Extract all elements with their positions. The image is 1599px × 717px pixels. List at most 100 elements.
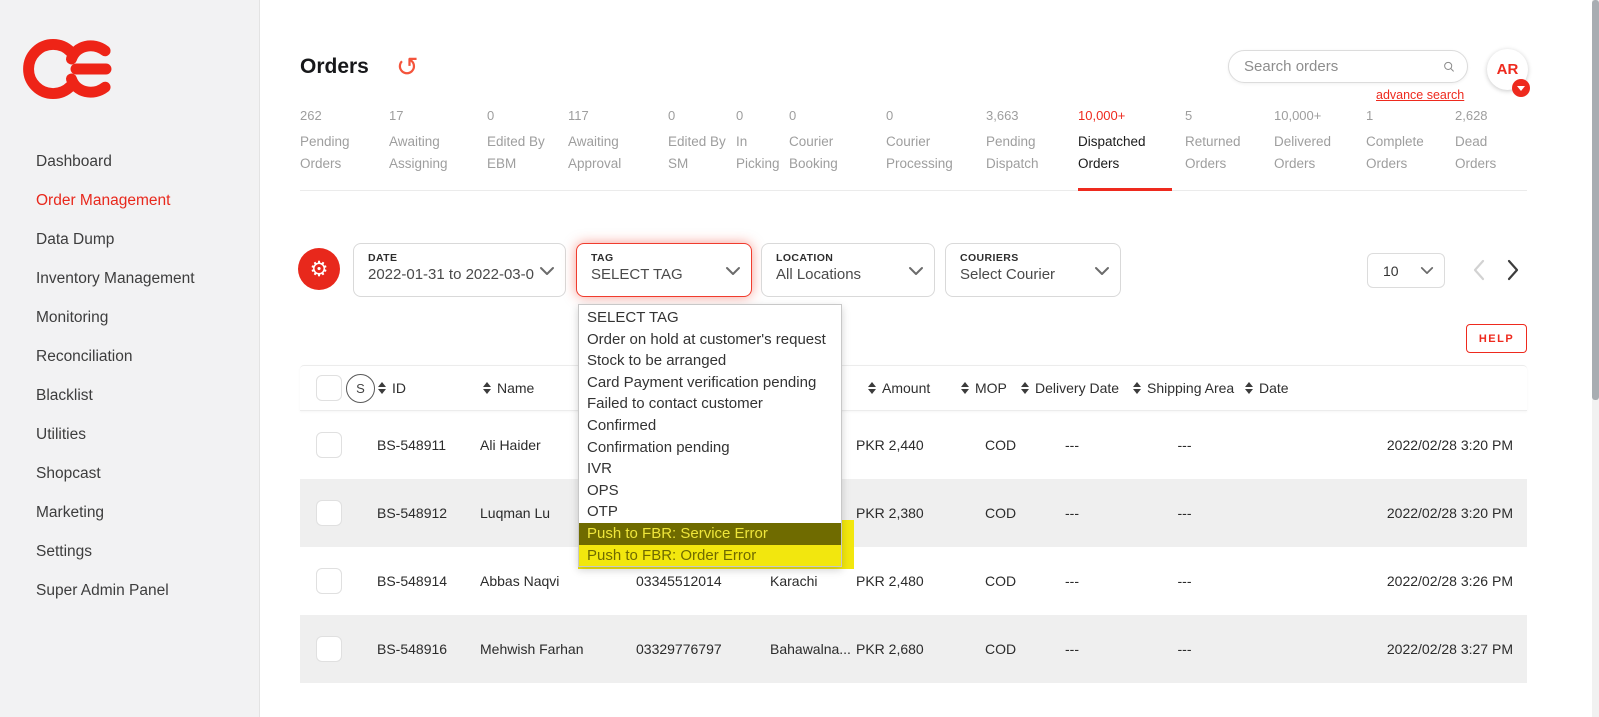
tag-option-order-on-hold[interactable]: Order on hold at customer's request (579, 329, 841, 351)
sidebar-item-super-admin-panel[interactable]: Super Admin Panel (36, 571, 195, 610)
cell-phone: 03345512014 (620, 573, 745, 589)
table-row[interactable]: BS-548912 Luqman Lu PKR 2,380 COD --- --… (300, 479, 1527, 547)
stat-tab-in-picking[interactable]: 0In Picking (736, 108, 789, 174)
status-column-icon: S (346, 374, 375, 403)
column-header-id[interactable]: ID (376, 380, 480, 396)
stat-tab-dispatched-orders[interactable]: 10,000+Dispatched Orders (1078, 108, 1185, 174)
stat-tab-awaiting-assigning[interactable]: 17Awaiting Assigning (389, 108, 487, 174)
sort-icon (378, 382, 386, 395)
stat-tab-courier-booking[interactable]: 0Courier Booking (789, 108, 886, 174)
stat-tab-complete-orders[interactable]: 1Complete Orders (1366, 108, 1455, 174)
sidebar-item-utilities[interactable]: Utilities (36, 415, 195, 454)
page-size-select[interactable]: 10 (1367, 253, 1445, 288)
tag-option-card-payment-verification-pending[interactable]: Card Payment verification pending (579, 372, 841, 394)
tag-option-otp[interactable]: OTP (579, 501, 841, 523)
cell-amount: PKR 2,380 (850, 505, 955, 521)
stat-tab-awaiting-approval[interactable]: 117Awaiting Approval (568, 108, 668, 174)
cell-id: BS-548916 (376, 641, 480, 657)
couriers-filter[interactable]: COURIERS Select Courier (945, 243, 1121, 297)
stat-tab-pending-dispatch[interactable]: 3,663Pending Dispatch (986, 108, 1078, 174)
prev-page-button[interactable] (1472, 258, 1486, 282)
cell-date: 2022/02/28 3:26 PM (1242, 573, 1527, 589)
sidebar-item-shopcast[interactable]: Shopcast (36, 454, 195, 493)
next-page-button[interactable] (1506, 258, 1520, 282)
table-row[interactable]: BS-548916 Mehwish Farhan 03329776797 Bah… (300, 615, 1527, 683)
cell-id: BS-548911 (376, 437, 480, 453)
sort-icon (483, 382, 491, 395)
stat-tab-pending-orders[interactable]: 262Pending Orders (300, 108, 389, 174)
search-input[interactable] (1229, 58, 1443, 75)
sidebar: Dashboard Order Management Data Dump Inv… (0, 0, 260, 717)
tag-option-select-tag[interactable]: SELECT TAG (579, 307, 841, 329)
column-header-shipping-area[interactable]: Shipping Area (1127, 380, 1242, 396)
search-icon[interactable] (1443, 56, 1455, 78)
cell-id: BS-548914 (376, 573, 480, 589)
column-header-delivery-date[interactable]: Delivery Date (1017, 380, 1127, 396)
help-button[interactable]: HELP (1466, 324, 1527, 353)
tag-option-push-to-fbr-order-error[interactable]: Push to FBR: Order Error (579, 545, 841, 567)
advance-search-link[interactable]: advance search (1376, 88, 1464, 102)
sort-icon (1133, 382, 1141, 395)
sidebar-item-inventory-management[interactable]: Inventory Management (36, 259, 195, 298)
cell-amount: PKR 2,440 (850, 437, 955, 453)
stat-tab-edited-by-sm[interactable]: 0Edited By SM (668, 108, 736, 174)
gear-icon: ⚙ (310, 257, 329, 281)
tag-option-stock-to-be-arranged[interactable]: Stock to be arranged (579, 350, 841, 372)
stat-tab-courier-processing[interactable]: 0Courier Processing (886, 108, 986, 174)
cell-id: BS-548912 (376, 505, 480, 521)
chevron-down-icon (725, 266, 741, 276)
tag-option-confirmation-pending[interactable]: Confirmation pending (579, 437, 841, 459)
column-header-mop[interactable]: MOP (955, 380, 1017, 396)
sidebar-item-data-dump[interactable]: Data Dump (36, 220, 195, 259)
tag-option-failed-to-contact-customer[interactable]: Failed to contact customer (579, 393, 841, 415)
brand-logo-icon (16, 36, 116, 102)
tag-option-ops[interactable]: OPS (579, 480, 841, 502)
cell-shipping-area: --- (1127, 573, 1242, 589)
row-checkbox[interactable] (316, 432, 342, 458)
cell-delivery-date: --- (1017, 505, 1127, 521)
location-filter[interactable]: LOCATION All Locations (761, 243, 935, 297)
sidebar-item-dashboard[interactable]: Dashboard (36, 142, 195, 181)
stat-tab-returned-orders[interactable]: 5Returned Orders (1185, 108, 1274, 174)
row-checkbox[interactable] (316, 500, 342, 526)
row-checkbox[interactable] (316, 568, 342, 594)
sidebar-item-monitoring[interactable]: Monitoring (36, 298, 195, 337)
row-checkbox[interactable] (316, 636, 342, 662)
column-header-date[interactable]: Date (1242, 380, 1527, 396)
cell-shipping-area: --- (1127, 437, 1242, 453)
stat-tab-delivered-orders[interactable]: 10,000+Delivered Orders (1274, 108, 1366, 174)
sidebar-item-blacklist[interactable]: Blacklist (36, 376, 195, 415)
cell-delivery-date: --- (1017, 573, 1127, 589)
cell-amount: PKR 2,480 (850, 573, 955, 589)
date-filter[interactable]: DATE 2022-01-31 to 2022-03-01 (353, 243, 566, 297)
select-all-checkbox[interactable] (316, 375, 342, 401)
cell-name: Mehwish Farhan (480, 641, 620, 657)
sort-icon (1245, 382, 1253, 395)
order-status-tabs: 262Pending Orders 17Awaiting Assigning 0… (300, 108, 1527, 174)
scrollbar-thumb[interactable] (1592, 0, 1599, 400)
sidebar-item-reconciliation[interactable]: Reconciliation (36, 337, 195, 376)
refresh-icon[interactable]: ↻ (396, 52, 419, 83)
column-header-amount[interactable]: Amount (850, 380, 955, 396)
stat-tab-edited-by-ebm[interactable]: 0Edited By EBM (487, 108, 568, 174)
cell-date: 2022/02/28 3:20 PM (1242, 437, 1527, 453)
cell-shipping-area: --- (1127, 505, 1242, 521)
cell-date: 2022/02/28 3:27 PM (1242, 641, 1527, 657)
sort-icon (868, 382, 876, 395)
stat-tab-dead-orders[interactable]: 2,628Dead Orders (1455, 108, 1527, 174)
sidebar-item-settings[interactable]: Settings (36, 532, 195, 571)
table-row[interactable]: BS-548911 Ali Haider PKR 2,440 COD --- -… (300, 411, 1527, 479)
tag-option-push-to-fbr-service-error[interactable]: Push to FBR: Service Error (579, 523, 841, 545)
cell-delivery-date: --- (1017, 437, 1127, 453)
tag-filter[interactable]: TAG SELECT TAG (576, 243, 752, 297)
filter-settings-button[interactable]: ⚙ (298, 248, 340, 290)
avatar-chevron-down-icon[interactable] (1512, 79, 1530, 97)
cell-mop: COD (955, 437, 1017, 453)
tag-option-confirmed[interactable]: Confirmed (579, 415, 841, 437)
tabs-divider (300, 190, 1527, 191)
tag-option-ivr[interactable]: IVR (579, 458, 841, 480)
table-row[interactable]: BS-548914 Abbas Naqvi 03345512014 Karach… (300, 547, 1527, 615)
sidebar-item-order-management[interactable]: Order Management (36, 181, 195, 220)
sidebar-item-marketing[interactable]: Marketing (36, 493, 195, 532)
cell-delivery-date: --- (1017, 641, 1127, 657)
